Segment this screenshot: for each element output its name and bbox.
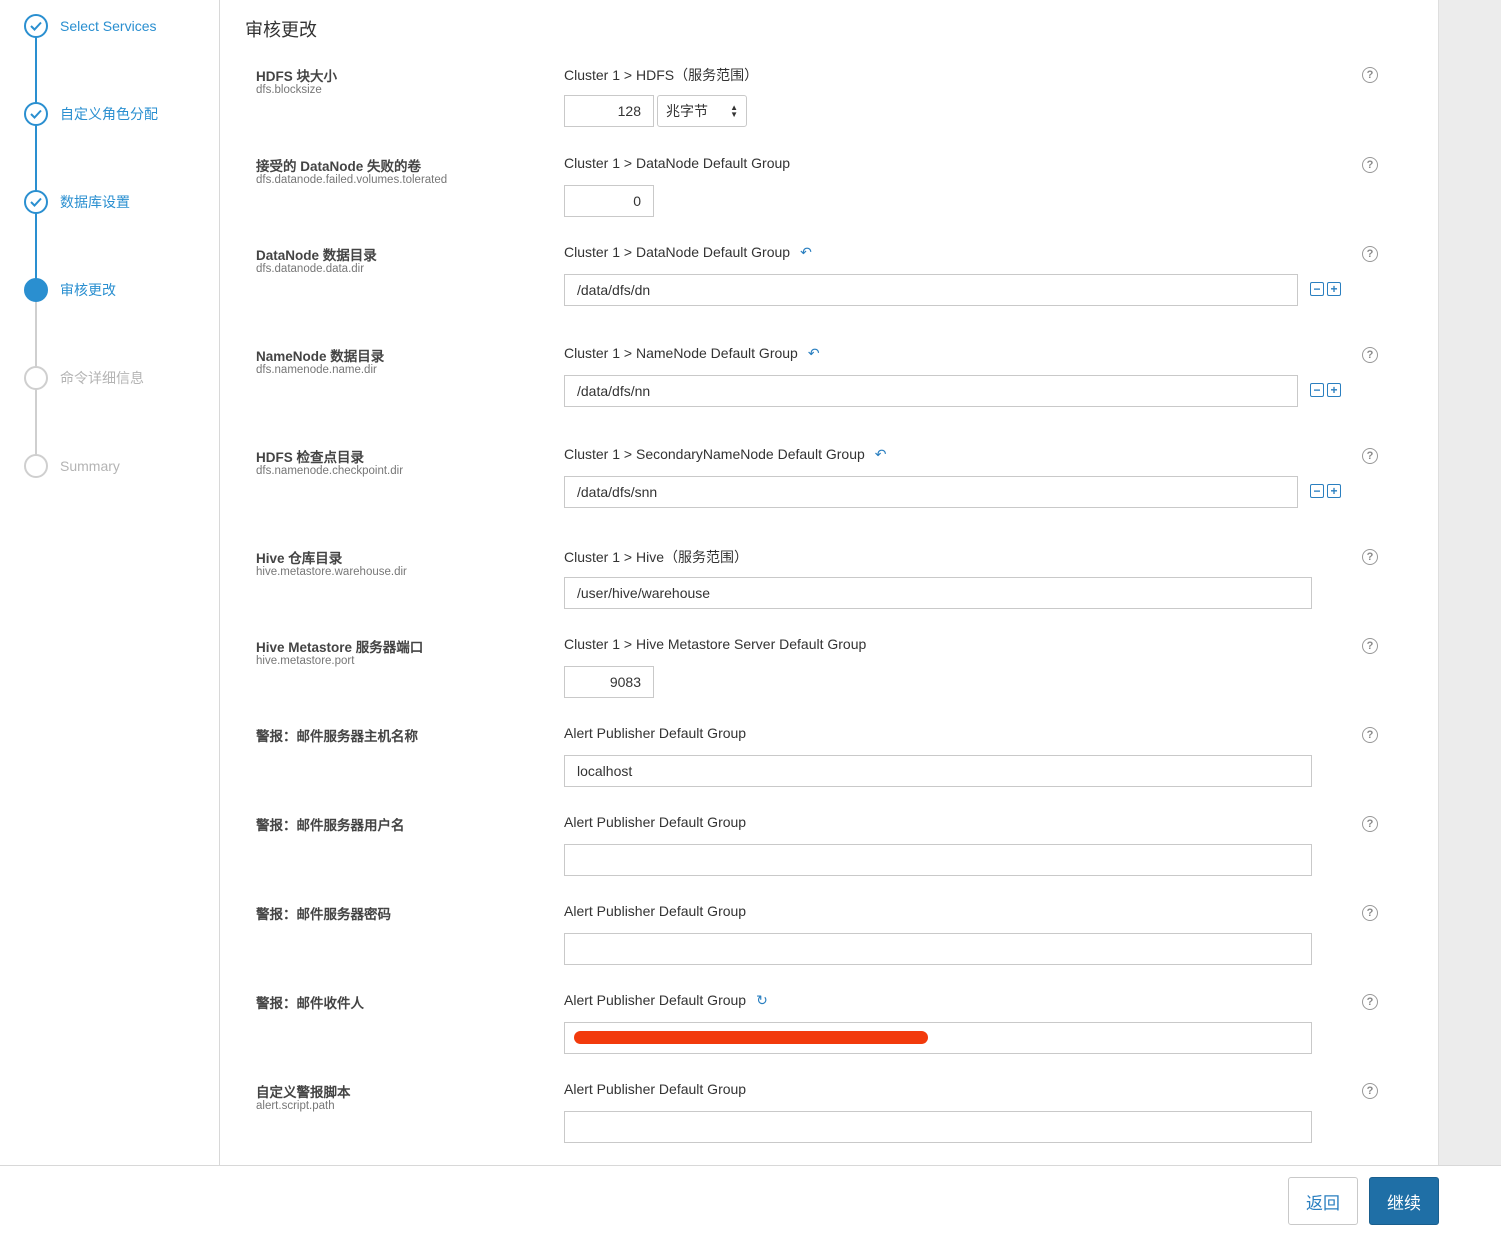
property-key: dfs.datanode.failed.volumes.tolerated (256, 174, 448, 186)
check-icon (24, 190, 48, 214)
alert-script-input[interactable] (564, 1111, 1312, 1143)
property-scope: Alert Publisher Default Group (564, 903, 747, 919)
continue-button[interactable]: 继续 (1369, 1177, 1439, 1225)
property-scope: Cluster 1 > Hive Metastore Server Defaul… (564, 636, 867, 652)
help-icon[interactable]: ? (1362, 157, 1378, 173)
namenode-dir-input[interactable]: /data/dfs/nn (564, 375, 1298, 407)
property-label: Hive 仓库目录 (256, 551, 343, 566)
plus-icon[interactable]: + (1327, 484, 1341, 498)
step-label: Summary (60, 458, 120, 474)
help-icon[interactable]: ? (1362, 994, 1378, 1010)
property-label: HDFS 检查点目录 (256, 450, 364, 465)
step-label: 审核更改 (60, 282, 116, 298)
progress-line-complete (35, 26, 37, 290)
help-icon[interactable]: ? (1362, 246, 1378, 262)
property-key: hive.metastore.port (256, 655, 355, 667)
minus-icon[interactable]: − (1310, 484, 1324, 498)
hive-warehouse-input[interactable]: /user/hive/warehouse (564, 577, 1312, 609)
pending-step-dot-icon (24, 366, 48, 390)
page-title: 审核更改 (245, 20, 317, 40)
step-database-setup[interactable]: 数据库设置 (24, 190, 130, 214)
property-scope: Cluster 1 > SecondaryNameNode Default Gr… (564, 446, 887, 462)
property-scope: Cluster 1 > DataNode Default Group ↶ (564, 244, 812, 260)
property-label: HDFS 块大小 (256, 69, 337, 84)
undo-icon[interactable]: ↶ (875, 447, 887, 461)
property-scope: Alert Publisher Default Group (564, 725, 747, 741)
undo-icon[interactable]: ↶ (808, 346, 820, 360)
step-label: 数据库设置 (60, 194, 130, 210)
mail-username-input[interactable] (564, 844, 1312, 876)
help-icon[interactable]: ? (1362, 816, 1378, 832)
blocksize-input[interactable]: 128 (564, 95, 654, 127)
property-key: alert.script.path (256, 1100, 335, 1112)
property-scope: Alert Publisher Default Group ↻ (564, 992, 768, 1008)
step-review-changes[interactable]: 审核更改 (24, 278, 116, 302)
mail-recipients-input[interactable] (564, 1022, 1312, 1054)
add-remove-controls: − + (1310, 282, 1341, 296)
back-button[interactable]: 返回 (1288, 1177, 1358, 1225)
step-label: 自定义角色分配 (60, 106, 158, 122)
property-scope: Cluster 1 > HDFS（服务范围） (564, 67, 759, 83)
wizard-footer: 返回 继续 (0, 1165, 1501, 1236)
redaction-bar (574, 1031, 928, 1044)
property-label: 警报：邮件收件人 (256, 996, 364, 1011)
property-label: Hive Metastore 服务器端口 (256, 640, 424, 655)
datanode-dir-input[interactable]: /data/dfs/dn (564, 274, 1298, 306)
property-label: 警报：邮件服务器密码 (256, 907, 391, 922)
unit-select[interactable]: 兆字节 ▲ ▼ (657, 95, 747, 127)
minus-icon[interactable]: − (1310, 383, 1324, 397)
help-icon[interactable]: ? (1362, 727, 1378, 743)
property-label: 接受的 DataNode 失败的卷 (256, 159, 422, 174)
check-icon (24, 14, 48, 38)
failed-volumes-input[interactable]: 0 (564, 185, 654, 217)
add-remove-controls: − + (1310, 484, 1341, 498)
step-label: Select Services (60, 18, 157, 34)
mail-host-input[interactable]: localhost (564, 755, 1312, 787)
property-label: 自定义警报脚本 (256, 1085, 351, 1100)
property-label: 警报：邮件服务器用户名 (256, 818, 405, 833)
property-label: NameNode 数据目录 (256, 349, 385, 364)
help-icon[interactable]: ? (1362, 67, 1378, 83)
mail-password-input[interactable] (564, 933, 1312, 965)
undo-icon[interactable]: ↶ (800, 245, 812, 259)
current-step-dot-icon (24, 278, 48, 302)
plus-icon[interactable]: + (1327, 282, 1341, 296)
property-label: 警报：邮件服务器主机名称 (256, 729, 418, 744)
step-command-details: 命令详细信息 (24, 366, 144, 390)
property-key: dfs.datanode.data.dir (256, 263, 365, 275)
property-scope: Alert Publisher Default Group (564, 1081, 747, 1097)
checkpoint-dir-input[interactable]: /data/dfs/snn (564, 476, 1298, 508)
right-margin-panel (1438, 0, 1501, 1165)
help-icon[interactable]: ? (1362, 549, 1378, 565)
property-label: DataNode 数据目录 (256, 248, 377, 263)
property-key: dfs.namenode.name.dir (256, 364, 377, 376)
help-icon[interactable]: ? (1362, 448, 1378, 464)
help-icon[interactable]: ? (1362, 347, 1378, 363)
property-key: dfs.namenode.checkpoint.dir (256, 465, 404, 477)
metastore-port-input[interactable]: 9083 (564, 666, 654, 698)
pending-step-dot-icon (24, 454, 48, 478)
help-icon[interactable]: ? (1362, 1083, 1378, 1099)
step-label: 命令详细信息 (60, 370, 144, 386)
wizard-sidebar: Select Services 自定义角色分配 数据库设置 审核更改 命令详细信… (0, 0, 220, 1165)
property-scope: Cluster 1 > NameNode Default Group ↶ (564, 345, 820, 361)
property-key: dfs.blocksize (256, 84, 322, 96)
plus-icon[interactable]: + (1327, 383, 1341, 397)
step-select-services[interactable]: Select Services (24, 14, 156, 38)
reset-icon[interactable]: ↻ (756, 993, 768, 1007)
check-icon (24, 102, 48, 126)
add-remove-controls: − + (1310, 383, 1341, 397)
step-summary: Summary (24, 454, 120, 478)
property-scope: Alert Publisher Default Group (564, 814, 747, 830)
property-scope: Cluster 1 > Hive（服务范围） (564, 549, 748, 565)
step-role-assignment[interactable]: 自定义角色分配 (24, 102, 158, 126)
minus-icon[interactable]: − (1310, 282, 1324, 296)
select-arrows-icon: ▲ ▼ (730, 103, 738, 119)
property-key: hive.metastore.warehouse.dir (256, 566, 407, 578)
help-icon[interactable]: ? (1362, 638, 1378, 654)
help-icon[interactable]: ? (1362, 905, 1378, 921)
property-scope: Cluster 1 > DataNode Default Group (564, 155, 791, 171)
